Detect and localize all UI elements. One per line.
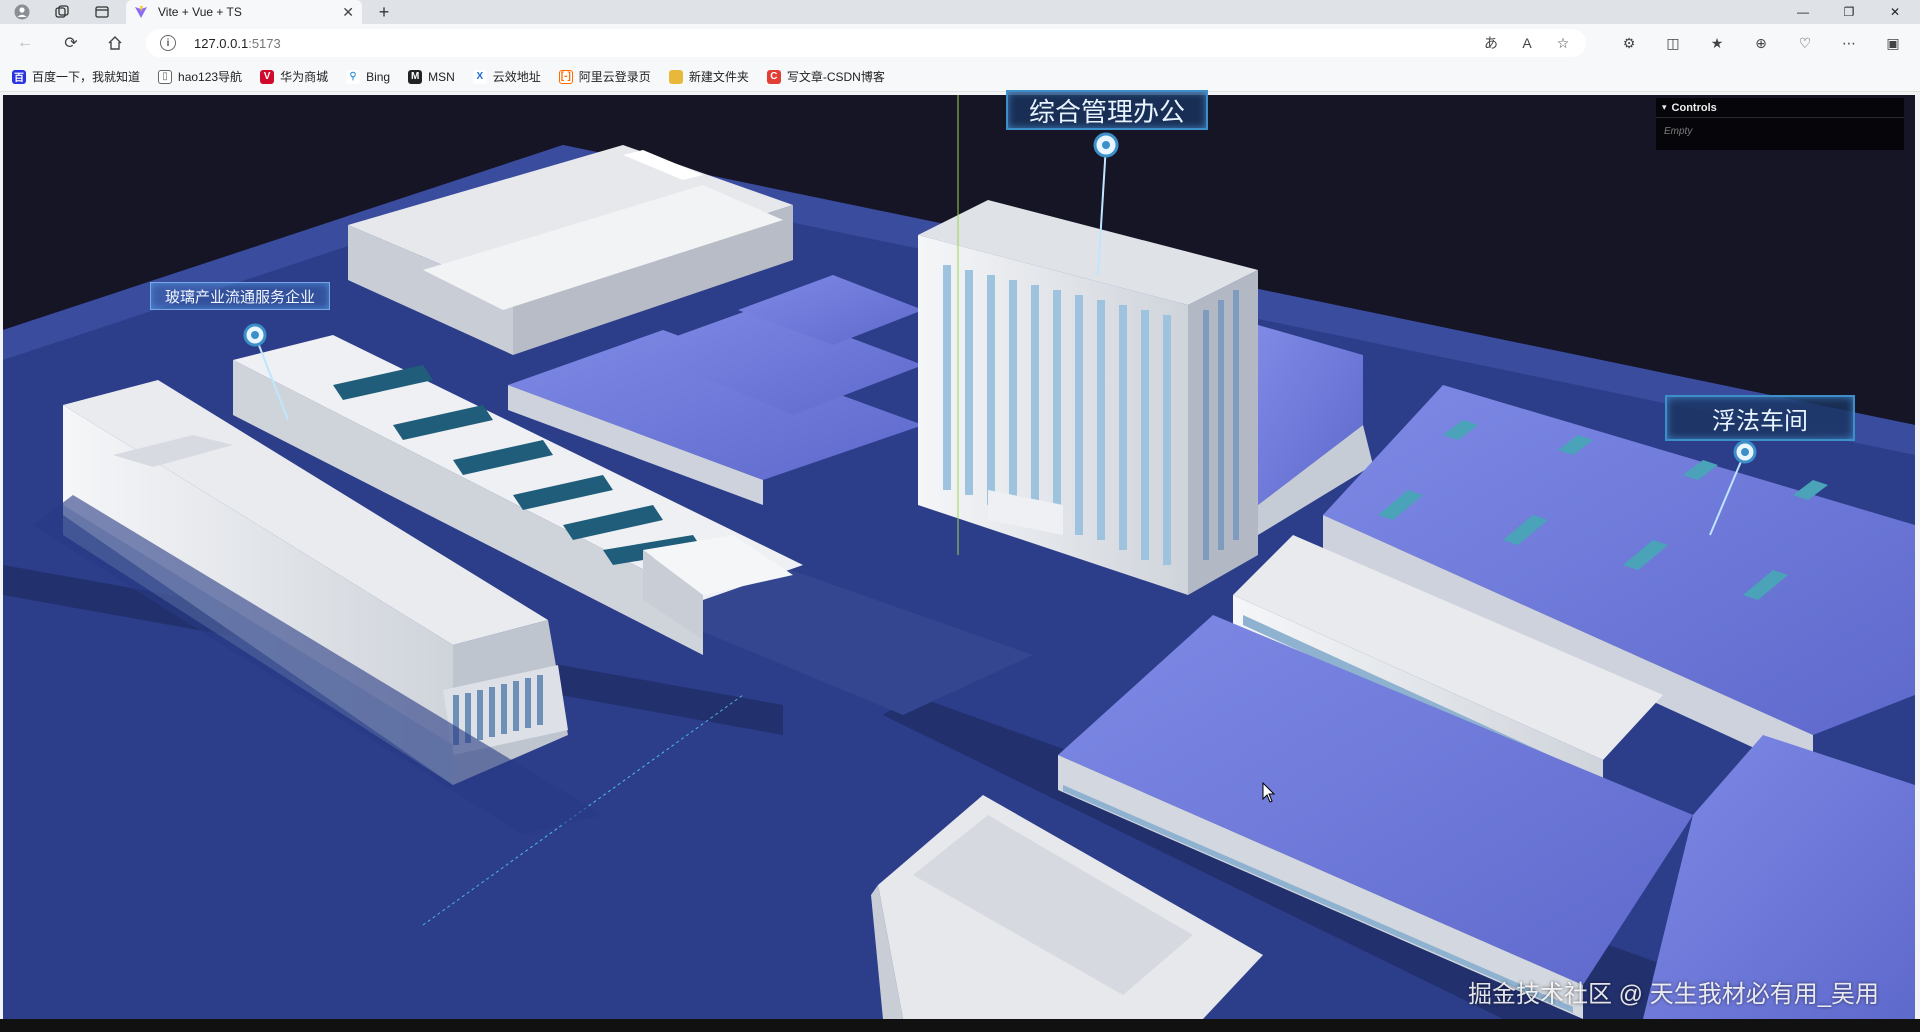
watermark: 掘金技术社区 @ 天生我材必有用_吴用 bbox=[1468, 981, 1880, 1008]
address-bar: ← ⟳ i 127.0.0.1:5173 あ A ☆ ⚙ ◫ ★ ⊕ ♡ ⋯ ▣ bbox=[0, 24, 1920, 62]
huawei-icon: V bbox=[260, 69, 275, 84]
site-info-icon[interactable]: i bbox=[160, 35, 176, 51]
restore-icon[interactable]: ❐ bbox=[1826, 0, 1872, 24]
profile-icon[interactable] bbox=[4, 0, 40, 24]
close-window-icon[interactable]: ✕ bbox=[1872, 0, 1918, 24]
vite-logo-icon bbox=[135, 6, 147, 18]
baidu-icon: 百 bbox=[12, 69, 26, 84]
page-icon: ▯ bbox=[158, 69, 173, 84]
home-button[interactable] bbox=[100, 29, 130, 57]
bookmark-item[interactable]: [-] 阿里云登录页 bbox=[558, 68, 651, 85]
active-tab[interactable]: Vite + Vue + TS ✕ bbox=[126, 0, 362, 24]
new-tab-button[interactable]: + bbox=[372, 0, 396, 24]
bookmark-item[interactable]: C 写文章-CSDN博客 bbox=[766, 68, 885, 85]
controls-title[interactable]: ▾ Controls bbox=[1656, 98, 1904, 118]
bookmark-item[interactable]: 百百度一下，我就知道 bbox=[12, 68, 140, 85]
yunxiao-icon: X bbox=[472, 69, 487, 84]
label-glass-enterprise[interactable]: 玻璃产业流通服务企业 bbox=[150, 282, 330, 310]
chevron-down-icon: ▾ bbox=[1662, 102, 1667, 112]
bookmark-item[interactable]: V 华为商城 bbox=[260, 68, 328, 85]
factory-scene bbox=[3, 95, 1915, 1019]
url-input[interactable]: i 127.0.0.1:5173 bbox=[146, 29, 1586, 57]
bookmark-item[interactable]: ▯ hao123导航 bbox=[158, 68, 242, 85]
close-tab-icon[interactable]: ✕ bbox=[342, 4, 354, 21]
workspaces-icon[interactable] bbox=[44, 0, 80, 24]
url-port: :5173 bbox=[248, 35, 281, 51]
controls-empty: Empty bbox=[1664, 126, 1693, 137]
tower-side-windows bbox=[1203, 290, 1239, 560]
refresh-button[interactable]: ⟳ bbox=[56, 29, 86, 57]
more-menu-icon[interactable]: ⋯ bbox=[1838, 32, 1860, 54]
extensions-icon[interactable]: ⚙ bbox=[1618, 32, 1640, 54]
toolbar-icons: ⚙ ◫ ★ ⊕ ♡ ⋯ ▣ bbox=[1618, 32, 1904, 54]
sidebar-toggle-icon[interactable]: ▣ bbox=[1882, 32, 1904, 54]
url-host: 127.0.0.1 bbox=[194, 35, 249, 51]
controls-panel[interactable]: ▾ Controls Empty bbox=[1656, 98, 1904, 150]
tab-actions-icon[interactable] bbox=[84, 0, 120, 24]
bookmark-item[interactable]: M MSN bbox=[408, 69, 455, 84]
read-aloud-icon[interactable]: A bbox=[1516, 32, 1538, 54]
folder-icon bbox=[668, 69, 683, 84]
translate-icon[interactable]: あ bbox=[1480, 32, 1502, 54]
label-office[interactable]: 综合管理办公 bbox=[1006, 90, 1208, 130]
minimize-icon[interactable]: — bbox=[1780, 0, 1826, 24]
threejs-canvas[interactable] bbox=[3, 95, 1915, 1019]
back-button[interactable]: ← bbox=[10, 29, 40, 57]
performance-icon[interactable]: ♡ bbox=[1794, 32, 1816, 54]
taskbar-edge bbox=[0, 1019, 1920, 1032]
collections-icon[interactable]: ⊕ bbox=[1750, 32, 1772, 54]
tab-title: Vite + Vue + TS bbox=[158, 5, 242, 19]
aliyun-icon: [-] bbox=[558, 69, 573, 84]
search-icon: ⚲ bbox=[346, 69, 361, 84]
split-screen-icon[interactable]: ◫ bbox=[1662, 32, 1684, 54]
url-actions: あ A ☆ bbox=[1480, 29, 1574, 57]
label-float-workshop[interactable]: 浮法车间 bbox=[1665, 395, 1855, 441]
bookmark-item[interactable]: X 云效地址 bbox=[472, 68, 541, 85]
msn-icon: M bbox=[408, 69, 423, 84]
bookmark-item[interactable]: 新建文件夹 bbox=[668, 68, 749, 85]
bookmark-item[interactable]: ⚲ Bing bbox=[346, 69, 390, 84]
favorites-icon[interactable]: ★ bbox=[1706, 32, 1728, 54]
mouse-cursor-icon bbox=[1262, 782, 1276, 803]
bookmarks-bar: 百百度一下，我就知道 ▯ hao123导航 V 华为商城 ⚲ Bing M MSN X云… bbox=[0, 62, 1920, 92]
favorite-star-icon[interactable]: ☆ bbox=[1552, 32, 1574, 54]
csdn-icon: C bbox=[766, 69, 781, 84]
tab-bar: Vite + Vue + TS ✕ + — ❐ ✕ bbox=[0, 0, 1920, 24]
